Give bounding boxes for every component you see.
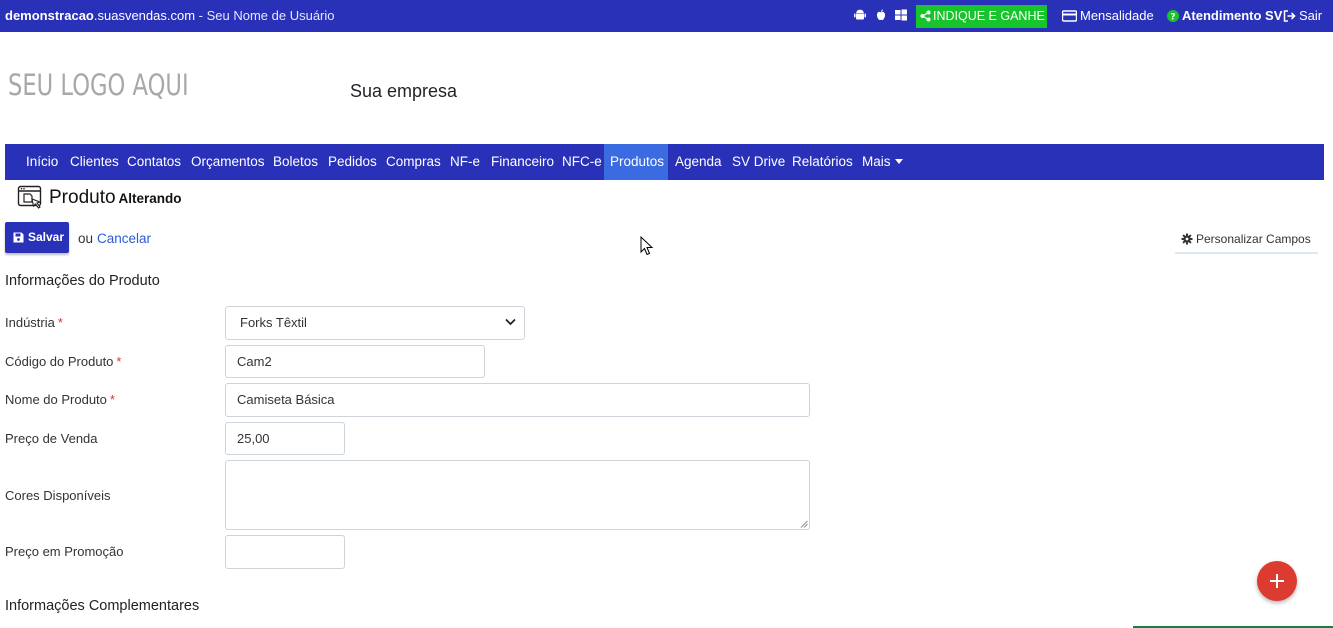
industria-label: Indústria * bbox=[5, 315, 63, 330]
logo: SEU LOGO AQUI bbox=[8, 68, 189, 102]
chevron-down-icon bbox=[505, 318, 516, 326]
nav-sv-drive[interactable]: SV Drive bbox=[732, 144, 785, 180]
main-nav: Início Clientes Contatos Orçamentos Bole… bbox=[5, 144, 1324, 180]
account-info: demonstracao.suasvendas.com - Seu Nome d… bbox=[5, 8, 335, 23]
help-circle-icon: ? bbox=[1167, 10, 1179, 22]
section-informacoes-complementares: Informações Complementares bbox=[5, 598, 200, 614]
nav-mais[interactable]: Mais bbox=[862, 144, 903, 180]
preco-promocao-label: Preço em Promoção bbox=[5, 544, 124, 559]
codigo-input[interactable]: Cam2 bbox=[225, 345, 485, 378]
mensalidade-link[interactable]: Mensalidade bbox=[1061, 8, 1154, 23]
sair-label: Sair bbox=[1299, 8, 1323, 23]
nav-boletos[interactable]: Boletos bbox=[273, 144, 318, 180]
nav-produtos[interactable]: Produtos bbox=[604, 144, 668, 180]
save-label: Salvar bbox=[28, 230, 65, 244]
nav-pedidos[interactable]: Pedidos bbox=[328, 144, 377, 180]
nav-clientes[interactable]: Clientes bbox=[70, 144, 119, 180]
apple-icon[interactable] bbox=[874, 8, 888, 22]
domain-suffix: .suasvendas.com bbox=[93, 8, 196, 23]
sign-out-icon bbox=[1283, 10, 1296, 22]
cancel-link[interactable]: Cancelar bbox=[97, 231, 151, 246]
industria-label-text: Indústria bbox=[5, 315, 55, 330]
personalizar-campos-button[interactable]: Personalizar Campos bbox=[1175, 229, 1318, 254]
save-button[interactable]: Salvar bbox=[5, 222, 69, 253]
nome-label: Nome do Produto * bbox=[5, 392, 115, 407]
top-bar: demonstracao.suasvendas.com - Seu Nome d… bbox=[0, 0, 1333, 32]
domain-separator: - bbox=[195, 8, 207, 23]
windows-icon[interactable] bbox=[894, 8, 908, 22]
nav-agenda[interactable]: Agenda bbox=[675, 144, 722, 180]
sair-link[interactable]: Sair bbox=[1283, 8, 1322, 23]
codigo-label-text: Código do Produto bbox=[5, 354, 114, 369]
atendimento-label: Atendimento SV bbox=[1182, 8, 1283, 23]
preco-venda-label: Preço de Venda bbox=[5, 431, 98, 446]
share-icon bbox=[920, 10, 931, 22]
section-informacoes-produto: Informações do Produto bbox=[5, 273, 160, 289]
required-marker: * bbox=[109, 392, 115, 407]
user-name: Seu Nome de Usuário bbox=[206, 8, 335, 23]
preco-promocao-input[interactable] bbox=[225, 535, 345, 569]
required-marker: * bbox=[116, 354, 122, 369]
industria-select[interactable]: Forks Têxtil bbox=[225, 306, 525, 340]
or-text: ou bbox=[78, 231, 94, 246]
credit-card-icon bbox=[1061, 10, 1078, 22]
add-fab-button[interactable] bbox=[1257, 561, 1297, 601]
nav-financeiro[interactable]: Financeiro bbox=[491, 144, 554, 180]
personalizar-label: Personalizar Campos bbox=[1196, 232, 1311, 246]
nav-mais-label: Mais bbox=[862, 154, 891, 169]
product-browser-icon bbox=[17, 185, 42, 209]
nav-compras[interactable]: Compras bbox=[386, 144, 441, 180]
nav-relatorios[interactable]: Relatórios bbox=[792, 144, 853, 180]
nav-inicio[interactable]: Início bbox=[26, 144, 58, 180]
indique-label: INDIQUE E GANHE bbox=[933, 9, 1045, 23]
indique-e-ganhe-button[interactable]: INDIQUE E GANHE bbox=[916, 5, 1047, 28]
page-title-text: Produto bbox=[49, 187, 116, 208]
cores-textarea[interactable] bbox=[225, 460, 810, 530]
gear-icon bbox=[1181, 233, 1193, 245]
mouse-cursor-icon bbox=[640, 236, 654, 256]
nav-contatos[interactable]: Contatos bbox=[127, 144, 181, 180]
preco-venda-input[interactable]: 25,00 bbox=[225, 422, 345, 455]
nome-input[interactable]: Camiseta Básica bbox=[225, 383, 810, 417]
page-title: Produto Alterando bbox=[49, 187, 182, 209]
mensalidade-label: Mensalidade bbox=[1080, 8, 1154, 23]
resize-handle-icon[interactable] bbox=[800, 520, 808, 528]
domain-name: demonstracao bbox=[5, 8, 94, 23]
floppy-disk-icon bbox=[13, 232, 24, 243]
atendimento-link[interactable]: ? Atendimento SV bbox=[1167, 8, 1282, 23]
caret-down-icon bbox=[894, 159, 903, 164]
nav-nfce[interactable]: NFC-e bbox=[562, 144, 602, 180]
company-name: Sua empresa bbox=[350, 81, 458, 101]
page-subtitle: Alterando bbox=[118, 191, 182, 206]
android-icon[interactable] bbox=[853, 8, 867, 22]
nav-orcamentos[interactable]: Orçamentos bbox=[191, 144, 265, 180]
industria-selected-value: Forks Têxtil bbox=[240, 315, 307, 330]
cores-label: Cores Disponíveis bbox=[5, 488, 111, 503]
nome-label-text: Nome do Produto bbox=[5, 392, 107, 407]
nav-nfe[interactable]: NF-e bbox=[450, 144, 480, 180]
svg-text:?: ? bbox=[1170, 12, 1175, 22]
required-marker: * bbox=[57, 315, 63, 330]
codigo-label: Código do Produto * bbox=[5, 354, 121, 369]
